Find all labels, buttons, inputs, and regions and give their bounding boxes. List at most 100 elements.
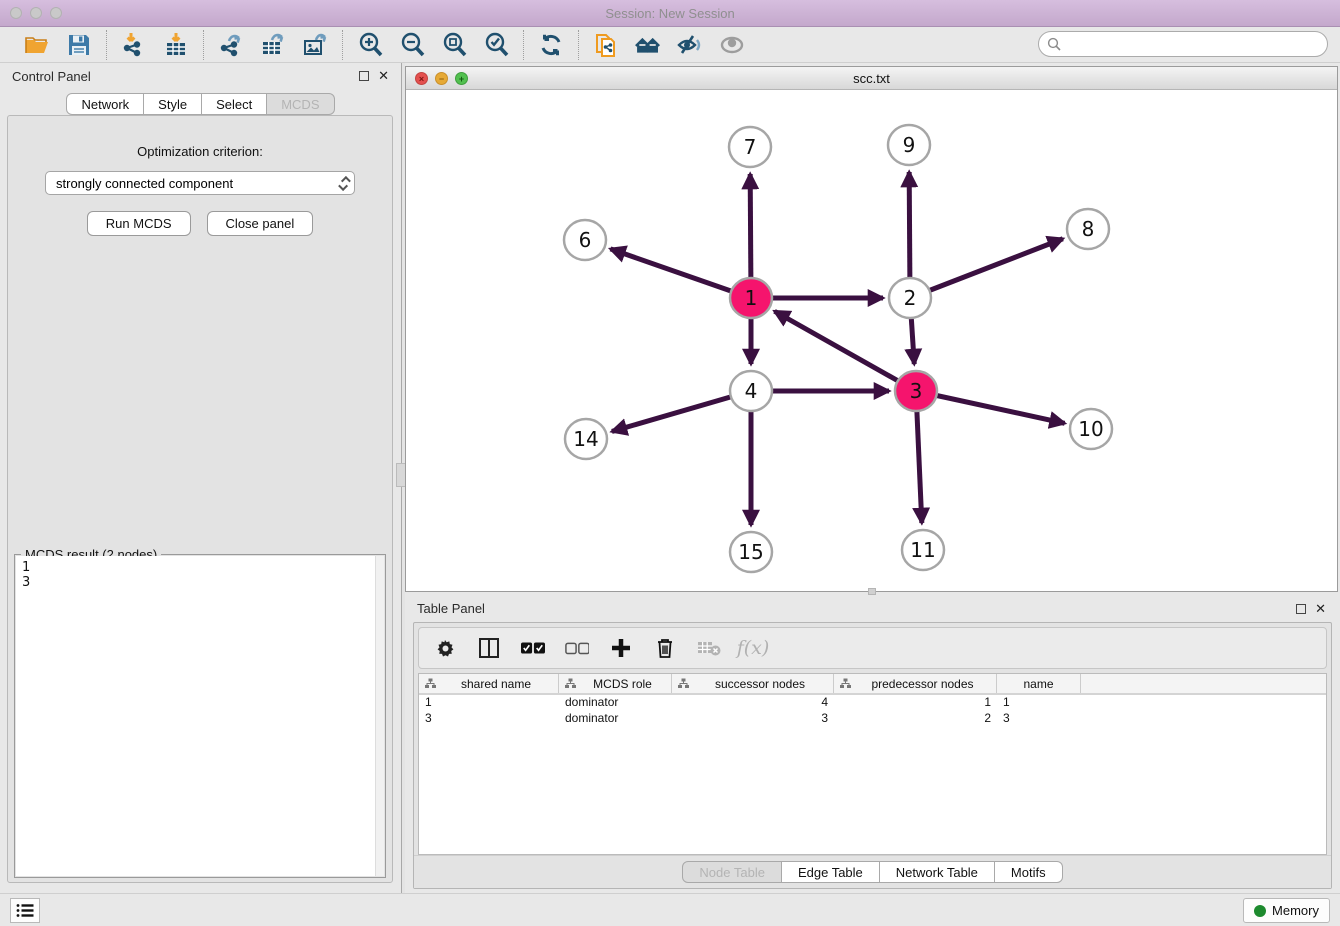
zoom-selected-button[interactable]	[482, 31, 510, 59]
control-panel-close-icon[interactable]: ✕	[378, 71, 389, 81]
close-panel-button[interactable]: Close panel	[207, 211, 314, 236]
cell-successor-nodes[interactable]: 4	[672, 695, 834, 711]
edge-1-6[interactable]	[610, 249, 751, 298]
node-4[interactable]: 4	[730, 371, 772, 411]
edge-2-8[interactable]	[910, 239, 1063, 298]
tab-style[interactable]: Style	[144, 93, 202, 115]
cell-predecessor-nodes[interactable]: 1	[834, 695, 997, 711]
search-box[interactable]	[1038, 31, 1328, 57]
table-tabs-bar: Node TableEdge TableNetwork TableMotifs	[414, 855, 1331, 888]
clone-network-button[interactable]	[592, 31, 620, 59]
edge-3-1[interactable]	[775, 311, 916, 391]
open-session-button[interactable]	[23, 31, 51, 59]
import-table-button[interactable]	[162, 31, 190, 59]
unselect-all-columns-button[interactable]	[565, 636, 589, 660]
zoom-out-button[interactable]	[398, 31, 426, 59]
task-history-button[interactable]	[10, 898, 40, 923]
tab-select[interactable]: Select	[202, 93, 267, 115]
export-table-button[interactable]	[259, 31, 287, 59]
table-panel-float-icon[interactable]	[1296, 604, 1306, 614]
table-tab-motifs[interactable]: Motifs	[995, 861, 1063, 883]
tab-network[interactable]: Network	[66, 93, 144, 115]
run-mcds-button[interactable]: Run MCDS	[87, 211, 191, 236]
node-11[interactable]: 11	[902, 530, 944, 570]
table-settings-button[interactable]	[433, 636, 457, 660]
mcds-result-text[interactable]: 1 3	[16, 556, 384, 876]
import-network-button[interactable]	[120, 31, 148, 59]
node-9[interactable]: 9	[888, 125, 930, 165]
horizontal-divider-grip[interactable]	[868, 588, 876, 595]
node-14[interactable]: 14	[565, 419, 607, 459]
table-row[interactable]: 3dominator323	[419, 711, 1326, 727]
table-tab-edge-table[interactable]: Edge Table	[782, 861, 880, 883]
window-titlebar: Session: New Session	[0, 0, 1340, 27]
gear-icon	[435, 638, 455, 658]
node-2[interactable]: 2	[889, 278, 931, 318]
refresh-button[interactable]	[537, 31, 565, 59]
select-stepper-icon	[341, 176, 348, 191]
network-canvas[interactable]: 7 9 6 8 1 2 4 3 14 10 15 11	[406, 90, 1337, 591]
node-table[interactable]: shared nameMCDS rolesuccessor nodesprede…	[418, 673, 1327, 855]
column-header-shared-name[interactable]: shared name	[419, 674, 559, 693]
zoom-fit-button[interactable]	[440, 31, 468, 59]
network-graph[interactable]: 7 9 6 8 1 2 4 3 14 10 15 11	[406, 90, 1337, 591]
zoom-out-icon	[399, 31, 426, 58]
svg-text:11: 11	[910, 538, 935, 562]
select-all-columns-button[interactable]	[521, 636, 545, 660]
network-window-titlebar[interactable]: × − + scc.txt	[406, 67, 1337, 90]
node-6[interactable]: 6	[564, 220, 606, 260]
column-header-predecessor-nodes[interactable]: predecessor nodes	[834, 674, 997, 693]
node-15[interactable]: 15	[730, 532, 772, 572]
delete-table-button-disabled	[697, 636, 721, 660]
hide-selected-button[interactable]	[676, 31, 704, 59]
network-view-window: × − + scc.txt 7 9 6 8 1 2 4 3 14 10 15 11	[405, 66, 1338, 592]
search-icon	[1047, 37, 1062, 52]
node-1[interactable]: 1	[730, 278, 772, 318]
show-all-button[interactable]	[634, 31, 662, 59]
result-scrollbar[interactable]	[375, 556, 384, 876]
mcds-panel: Optimization criterion: strongly connect…	[7, 115, 393, 883]
table-tab-network-table[interactable]: Network Table	[880, 861, 995, 883]
save-session-button[interactable]	[65, 31, 93, 59]
cell-MCDS-role[interactable]: dominator	[559, 695, 672, 711]
zoom-in-button[interactable]	[356, 31, 384, 59]
table-tab-node-table[interactable]: Node Table	[682, 861, 782, 883]
column-header-successor-nodes[interactable]: successor nodes	[672, 674, 834, 693]
node-8[interactable]: 8	[1067, 209, 1109, 249]
tab-mcds[interactable]: MCDS	[267, 93, 334, 115]
cell-successor-nodes[interactable]: 3	[672, 711, 834, 727]
criterion-select[interactable]: strongly connected component	[45, 171, 355, 195]
cell-shared-name[interactable]: 1	[419, 695, 559, 711]
show-hidden-button[interactable]	[718, 31, 746, 59]
split-panel-button[interactable]	[477, 636, 501, 660]
clone-network-icon	[593, 31, 620, 58]
cell-name[interactable]: 3	[997, 711, 1081, 727]
add-column-button[interactable]	[609, 636, 633, 660]
node-10[interactable]: 10	[1070, 409, 1112, 449]
control-panel-float-icon[interactable]	[359, 71, 369, 81]
cell-predecessor-nodes[interactable]: 2	[834, 711, 997, 727]
hide-eye-icon	[676, 32, 704, 58]
export-image-icon	[302, 32, 328, 58]
delete-column-button[interactable]	[653, 636, 677, 660]
cell-name[interactable]: 1	[997, 695, 1081, 711]
export-network-button[interactable]	[217, 31, 245, 59]
memory-button[interactable]: Memory	[1243, 898, 1330, 923]
column-header-MCDS-role[interactable]: MCDS role	[559, 674, 672, 693]
svg-text:14: 14	[573, 427, 598, 451]
zoom-selected-icon	[483, 31, 510, 58]
edge-3-10[interactable]	[916, 391, 1065, 423]
cell-MCDS-role[interactable]: dominator	[559, 711, 672, 727]
table-panel-close-icon[interactable]: ✕	[1315, 604, 1326, 614]
svg-text:9: 9	[903, 133, 916, 157]
node-3[interactable]: 3	[895, 371, 937, 411]
column-header-name[interactable]: name	[997, 674, 1081, 693]
table-row[interactable]: 1dominator411	[419, 695, 1326, 711]
svg-text:10: 10	[1078, 417, 1103, 441]
search-input[interactable]	[1062, 34, 1327, 54]
trash-icon	[655, 637, 675, 659]
svg-text:8: 8	[1082, 217, 1095, 241]
cell-shared-name[interactable]: 3	[419, 711, 559, 727]
node-7[interactable]: 7	[729, 127, 771, 167]
export-image-button[interactable]	[301, 31, 329, 59]
